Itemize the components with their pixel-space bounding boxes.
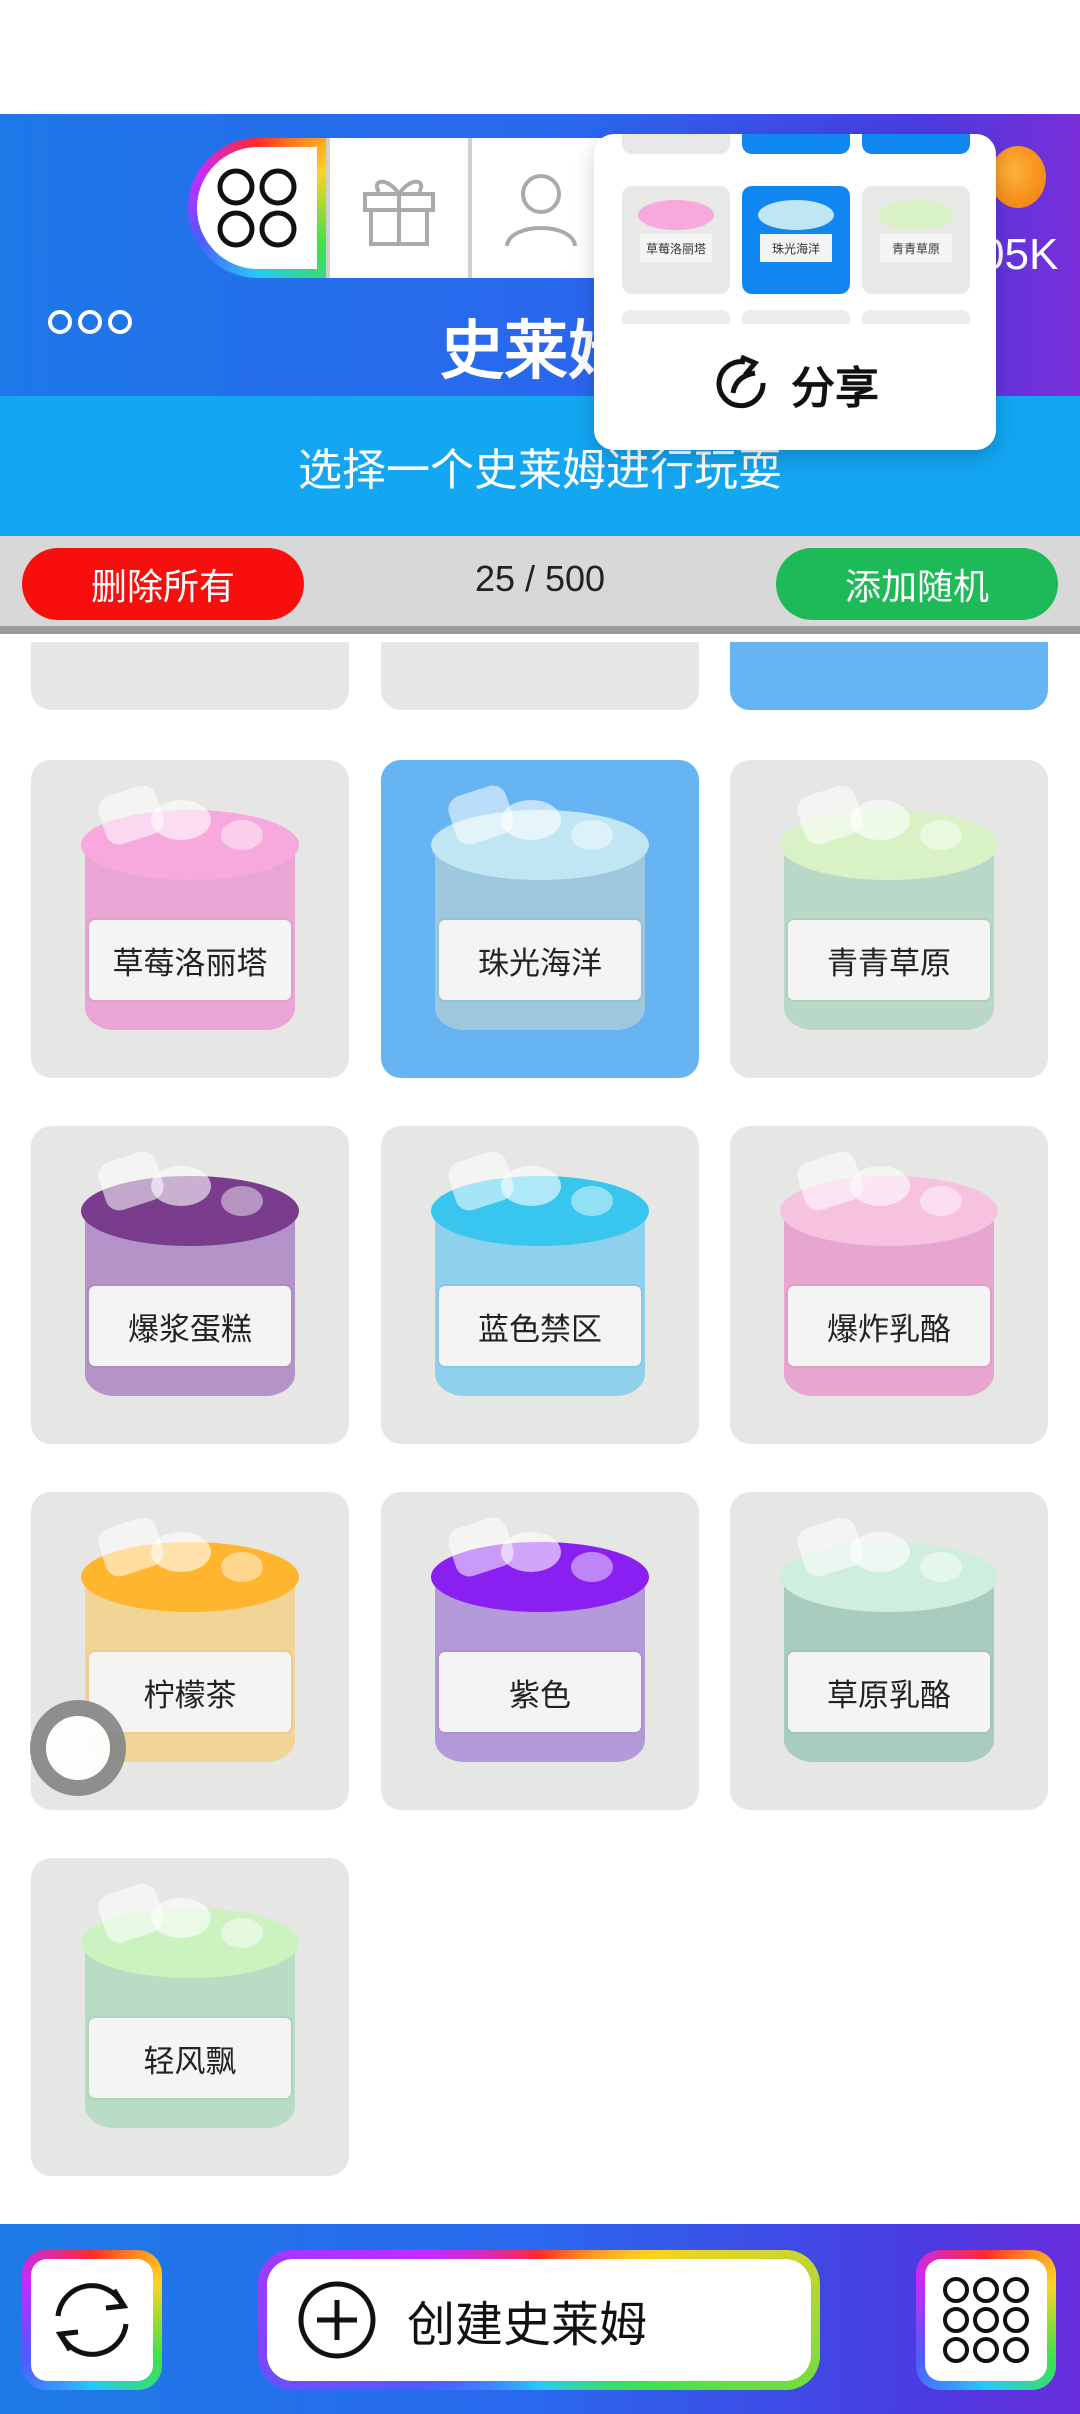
slime-card-partial[interactable] xyxy=(381,642,699,710)
popup-slime-name: 青青草原 xyxy=(880,234,952,262)
floating-scroll-handle[interactable] xyxy=(30,1700,126,1796)
tab-slime-collection[interactable] xyxy=(188,138,326,278)
popup-slime-name: 珠光海洋 xyxy=(760,234,832,262)
slime-card[interactable]: 轻风飘 xyxy=(31,1858,349,2176)
slime-card[interactable]: 青青草原 xyxy=(730,760,1048,1078)
control-bar: 删除所有 25 / 500 添加随机 xyxy=(0,536,1080,634)
four-circles-icon xyxy=(217,168,297,248)
share-button[interactable]: 分享 xyxy=(594,344,996,424)
slime-topping xyxy=(920,820,962,850)
slime-card[interactable]: 爆炸乳酪 xyxy=(730,1126,1048,1444)
dot-icon xyxy=(48,310,72,334)
slime-card[interactable]: 草莓洛丽塔 xyxy=(31,760,349,1078)
slime-card[interactable]: 紫色 xyxy=(381,1492,699,1810)
slime-name: 草原乳酪 xyxy=(788,1652,990,1732)
slime-topping xyxy=(920,1186,962,1216)
refresh-icon xyxy=(55,2283,129,2357)
slime-card-partial[interactable] xyxy=(31,642,349,710)
slime-name: 珠光海洋 xyxy=(439,920,641,1000)
create-slime-label: 创建史莱姆 xyxy=(407,2297,648,2353)
tab-profile[interactable] xyxy=(468,138,610,278)
slime-name: 爆浆蛋糕 xyxy=(89,1286,291,1366)
share-label: 分享 xyxy=(791,363,879,414)
share-icon xyxy=(716,354,766,409)
slime-topping xyxy=(221,1918,263,1948)
popup-slime-top xyxy=(878,200,954,230)
more-options-button[interactable] xyxy=(48,302,138,342)
slime-card[interactable]: 蓝色禁区 xyxy=(381,1126,699,1444)
nine-circles-icon xyxy=(943,2277,1029,2363)
popup-slime-thumbnail[interactable]: 青青草原 xyxy=(862,186,970,294)
popup-slime-thumbnail[interactable]: 珠光海洋 xyxy=(742,186,850,294)
popup-slime-top xyxy=(758,200,834,230)
create-slime-button[interactable]: 创建史莱姆 xyxy=(258,2250,820,2390)
slime-card-partial[interactable] xyxy=(730,642,1048,710)
slime-topping xyxy=(571,1186,613,1216)
dot-icon xyxy=(78,310,102,334)
bottom-bar: 创建史莱姆 xyxy=(0,2224,1080,2414)
slime-grid: 草莓洛丽塔 珠光海洋 青青草原爆浆蛋糕 蓝色禁区 爆炸乳酪柠檬茶 紫色 草原乳酪轻风飘 xyxy=(0,642,1080,2224)
slime-topping xyxy=(221,1552,263,1582)
refresh-button[interactable] xyxy=(22,2250,162,2390)
slime-topping xyxy=(221,1186,263,1216)
slime-name: 青青草原 xyxy=(788,920,990,1000)
slime-name: 柠檬茶 xyxy=(89,1652,291,1732)
add-random-button[interactable]: 添加随机 xyxy=(776,548,1058,620)
grid-menu-button[interactable] xyxy=(916,2250,1056,2390)
delete-all-button[interactable]: 删除所有 xyxy=(22,548,304,620)
plus-circle-icon xyxy=(298,2281,376,2359)
slime-card[interactable]: 草原乳酪 xyxy=(730,1492,1048,1810)
slime-name: 紫色 xyxy=(439,1652,641,1732)
popup-slime-name: 草莓洛丽塔 xyxy=(640,234,712,262)
slime-topping xyxy=(571,1552,613,1582)
user-icon xyxy=(505,174,577,247)
slime-topping xyxy=(920,1552,962,1582)
slime-name: 草莓洛丽塔 xyxy=(89,920,291,1000)
tab-gifts[interactable] xyxy=(326,138,468,278)
popup-slime-thumbnail[interactable]: 草莓洛丽塔 xyxy=(622,186,730,294)
dot-icon xyxy=(108,310,132,334)
slime-name: 轻风飘 xyxy=(89,2018,291,2098)
slime-card[interactable]: 爆浆蛋糕 xyxy=(31,1126,349,1444)
slime-topping xyxy=(571,820,613,850)
share-popup: 草莓洛丽塔 珠光海洋 青青草原 分享 xyxy=(594,134,996,450)
slime-selection-screen: 05K 史莱姆 选择一个史莱姆进行玩耍 删除所有 25 / 500 添加随机 草… xyxy=(0,0,1080,2414)
popup-scroll-strip xyxy=(594,134,996,170)
slime-name: 爆炸乳酪 xyxy=(788,1286,990,1366)
slime-counter: 25 / 500 xyxy=(474,558,606,599)
slime-topping xyxy=(221,820,263,850)
gift-icon xyxy=(363,179,435,246)
popup-slime-top xyxy=(638,200,714,230)
slime-card[interactable]: 珠光海洋 xyxy=(381,760,699,1078)
coin-icon xyxy=(990,146,1046,208)
slime-name: 蓝色禁区 xyxy=(439,1286,641,1366)
top-tab-bar xyxy=(188,138,610,278)
